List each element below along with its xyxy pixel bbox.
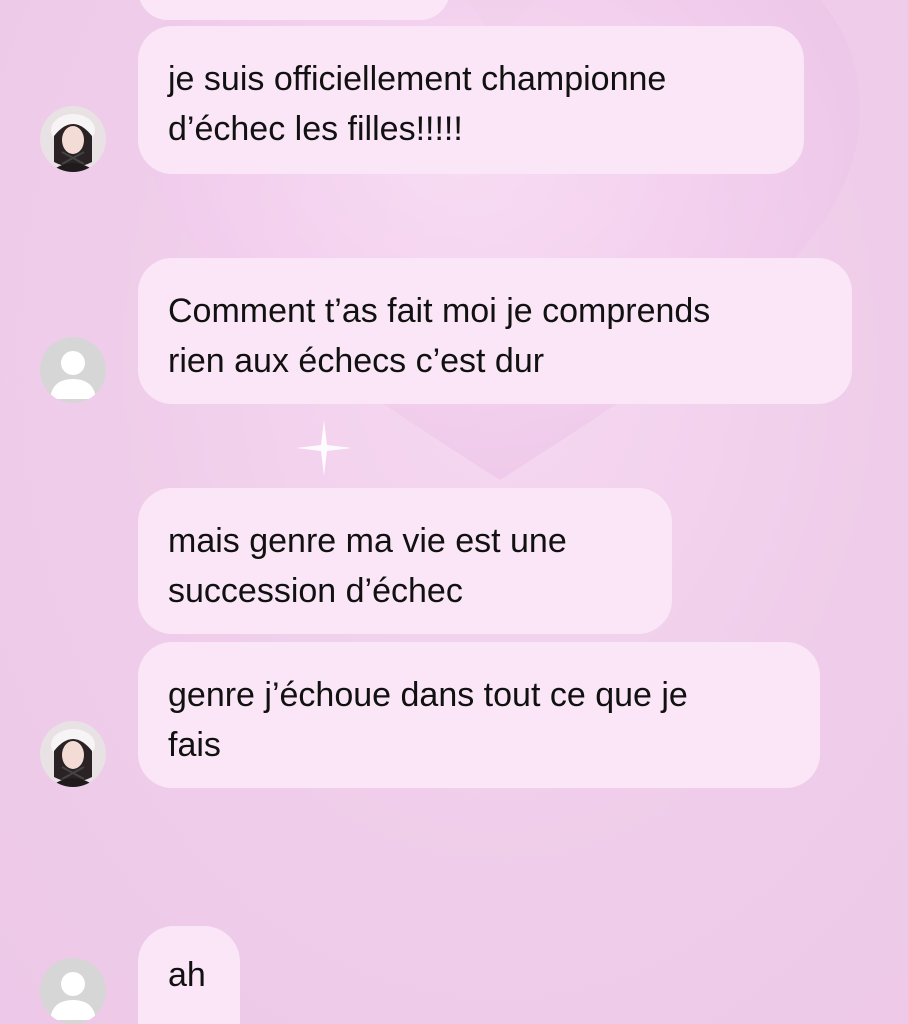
message-bubble: mais genre ma vie est une succession d’é… [138,488,672,634]
chat-screen: je suis officiellement championne d’éche… [0,0,908,1024]
message-line: genre j’échoue dans tout ce que je [168,676,688,714]
message-bubble: Comment t’as fait moi je comprends rien … [138,258,852,404]
avatar[interactable] [40,958,106,1024]
default-user-icon [40,337,106,403]
message-line: d’échec les filles!!!!! [168,110,463,148]
message-bubble: genre j’échoue dans tout ce que je fais [138,642,820,788]
avatar[interactable] [40,721,106,787]
message-bubble-partial [138,0,450,20]
profile-photo-icon [40,721,106,787]
profile-photo-icon [40,106,106,172]
message-line: ah [168,956,206,994]
default-user-icon [40,958,106,1024]
message-line: Comment t’as fait moi je comprends [168,292,711,330]
message-line: succession d’échec [168,572,463,610]
message-bubble: ah [138,926,240,1024]
message-line: rien aux échecs c’est dur [168,342,545,380]
message-bubble: je suis officiellement championne d’éche… [138,26,804,174]
message-line: je suis officiellement championne [168,60,667,98]
sparkle-icon [296,420,352,476]
avatar[interactable] [40,337,106,403]
message-line: fais [168,726,221,764]
message-line: mais genre ma vie est une [168,522,567,560]
avatar[interactable] [40,106,106,172]
